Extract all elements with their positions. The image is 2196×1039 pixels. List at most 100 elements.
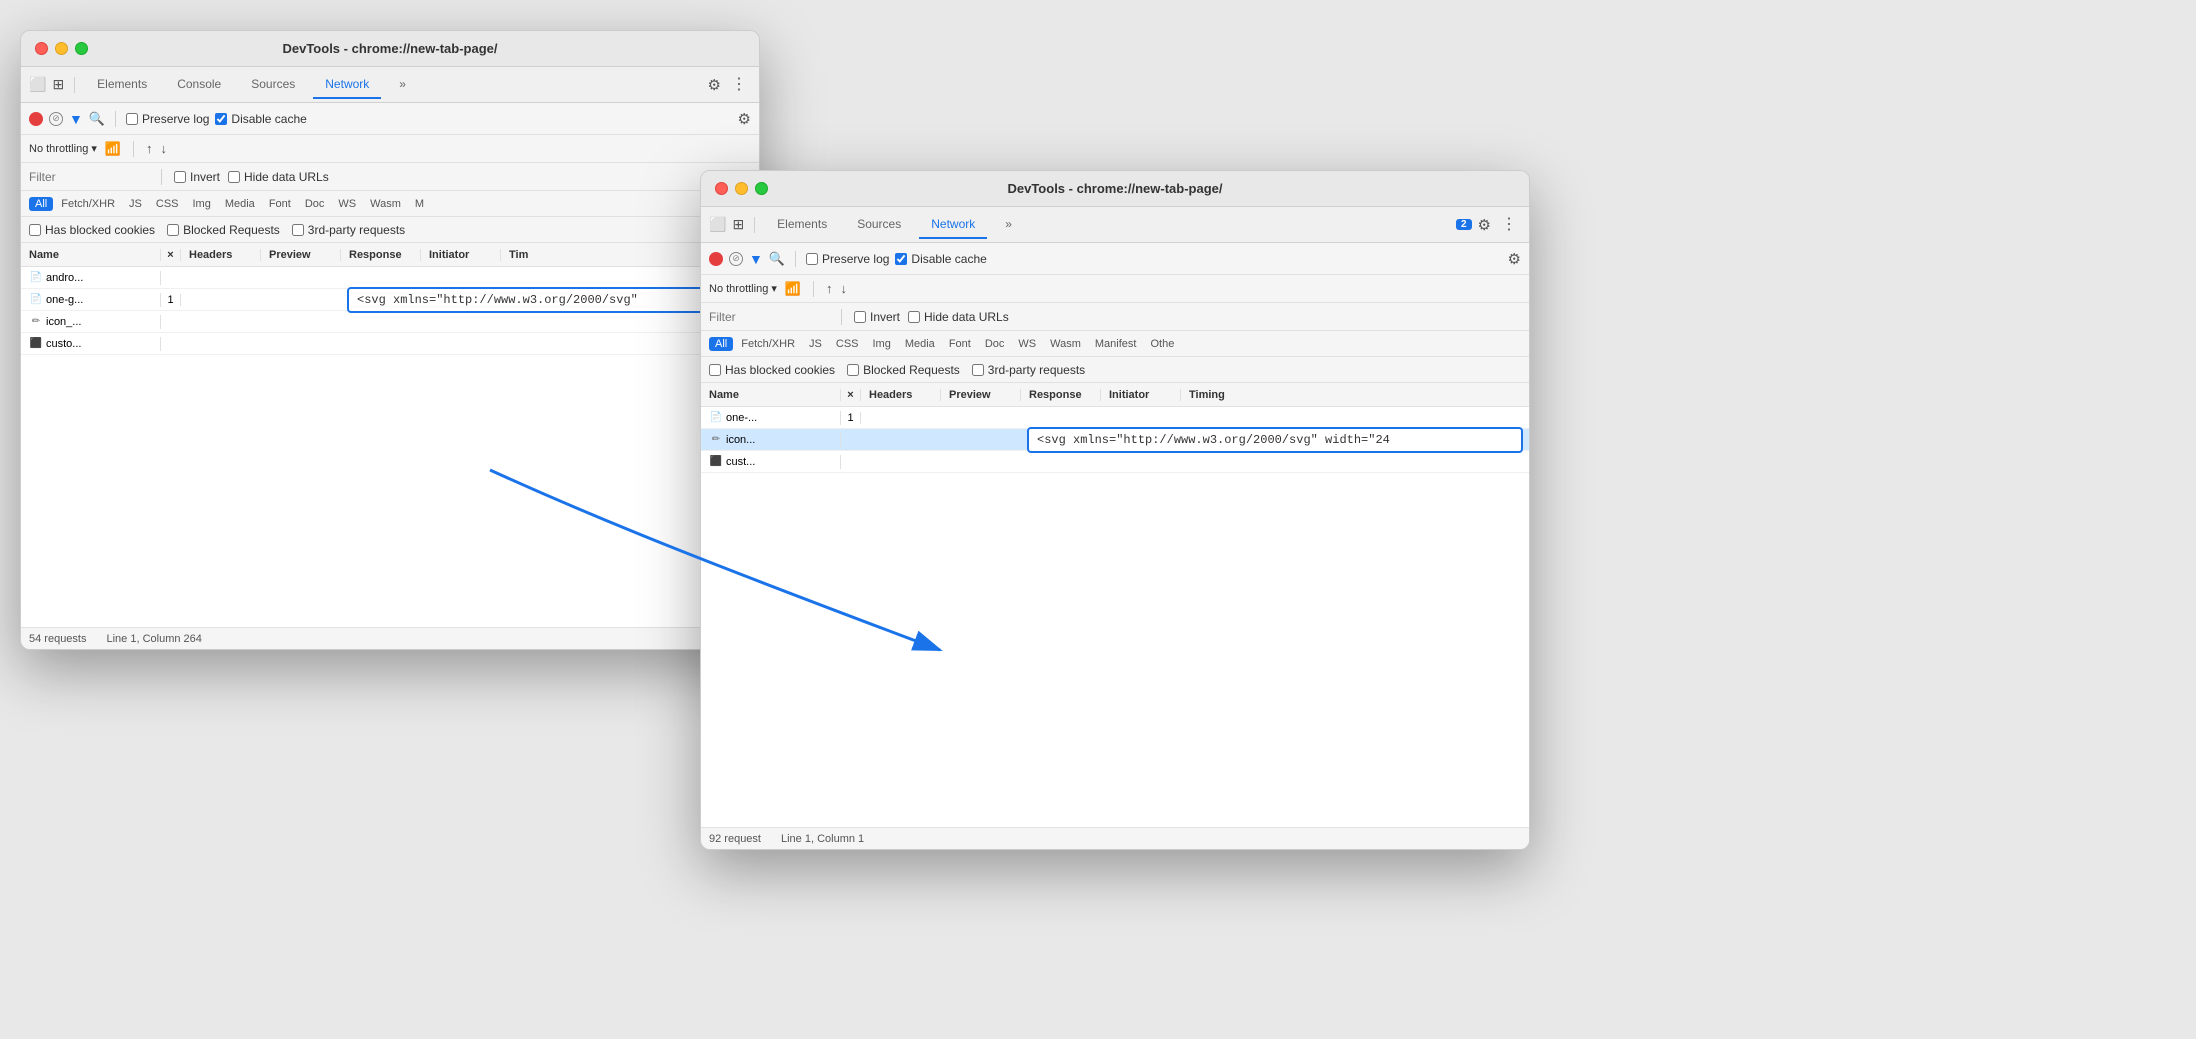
type-media-1[interactable]: Media (219, 197, 261, 211)
stop-button-1[interactable]: ⊘ (49, 112, 63, 126)
type-img-2[interactable]: Img (867, 337, 897, 351)
settings-button-1[interactable]: ⚙ (708, 76, 721, 94)
throttle-select-1[interactable]: No throttling ▾ (29, 142, 97, 155)
invert-checkbox-1[interactable] (174, 171, 186, 183)
type-wasm-2[interactable]: Wasm (1044, 337, 1087, 351)
record-button-1[interactable] (29, 112, 43, 126)
third-party-checkbox-2[interactable] (972, 364, 984, 376)
preserve-log-checkbox-2[interactable] (806, 253, 818, 265)
type-js-2[interactable]: JS (803, 337, 828, 351)
hide-data-urls-checkbox-2[interactable] (908, 311, 920, 323)
row-x-1-1: 1 (161, 294, 181, 306)
type-ws-2[interactable]: WS (1012, 337, 1042, 351)
type-manifest-2[interactable]: Manifest (1089, 337, 1143, 351)
hide-data-urls-checkbox-1[interactable] (228, 171, 240, 183)
type-all-2[interactable]: All (709, 337, 733, 351)
type-m-1[interactable]: M (409, 197, 430, 211)
status-bar-2: 92 request Line 1, Column 1 (701, 827, 1529, 849)
type-js-1[interactable]: JS (123, 197, 148, 211)
network-gear-button-1[interactable]: ⚙ (738, 110, 751, 128)
filter-icon-2[interactable]: ▼ (749, 251, 763, 267)
layout-icon[interactable]: ⊞ (52, 76, 64, 93)
disable-cache-label-2: Disable cache (895, 252, 986, 266)
disable-cache-checkbox-2[interactable] (895, 253, 907, 265)
col-header-response-1: Response (341, 249, 421, 261)
tab-more-2[interactable]: » (993, 211, 1024, 239)
filter-input-1[interactable] (29, 170, 149, 184)
record-button-2[interactable] (709, 252, 723, 266)
maximize-button-1[interactable] (75, 42, 88, 55)
close-button-1[interactable] (35, 42, 48, 55)
minimize-button-1[interactable] (55, 42, 68, 55)
invert-checkbox-2[interactable] (854, 311, 866, 323)
col-header-name-2: Name (701, 389, 841, 401)
col-header-preview-1: Preview (261, 249, 341, 261)
wifi-icon-1: 📶 (105, 141, 121, 157)
blocked-requests-checkbox-1[interactable] (167, 224, 179, 236)
filter-input-2[interactable] (709, 310, 829, 324)
titlebar-1: DevTools - chrome://new-tab-page/ (21, 31, 759, 67)
col-header-name-1: Name (21, 249, 161, 261)
stop-button-2[interactable]: ⊘ (729, 252, 743, 266)
third-party-label-1: 3rd-party requests (292, 223, 405, 237)
type-media-2[interactable]: Media (899, 337, 941, 351)
tab-network-2[interactable]: Network (919, 211, 987, 239)
titlebar-2: DevTools - chrome://new-tab-page/ (701, 171, 1529, 207)
row-name-1-3: custo... (46, 338, 81, 350)
row-name-1-1: one-g... (46, 294, 83, 306)
window-title-1: DevTools - chrome://new-tab-page/ (282, 41, 497, 56)
chevron-icon-2: ▾ (771, 282, 777, 295)
table-row-1-3[interactable]: ⬛ custo... (21, 333, 759, 355)
checkbox-row-1: Has blocked cookies Blocked Requests 3rd… (21, 217, 759, 243)
third-party-checkbox-1[interactable] (292, 224, 304, 236)
type-css-2[interactable]: CSS (830, 337, 865, 351)
tab-elements-1[interactable]: Elements (85, 71, 159, 99)
disable-cache-checkbox-1[interactable] (215, 113, 227, 125)
minimize-button-2[interactable] (735, 182, 748, 195)
blocked-cookies-checkbox-2[interactable] (709, 364, 721, 376)
cursor-icon[interactable]: ⬜ (29, 76, 46, 93)
tab-sources-1[interactable]: Sources (239, 71, 307, 99)
more-button-1[interactable]: ⋮ (727, 75, 751, 95)
chevron-icon-1: ▾ (91, 142, 97, 155)
close-button-2[interactable] (715, 182, 728, 195)
row-name-2-2: cust... (726, 456, 755, 468)
type-all-1[interactable]: All (29, 197, 53, 211)
tab-network-1[interactable]: Network (313, 71, 381, 99)
traffic-lights-2 (715, 182, 768, 195)
type-doc-1[interactable]: Doc (299, 197, 331, 211)
tab-elements-2[interactable]: Elements (765, 211, 839, 239)
type-wasm-1[interactable]: Wasm (364, 197, 407, 211)
preserve-log-checkbox-1[interactable] (126, 113, 138, 125)
type-fetch-2[interactable]: Fetch/XHR (735, 337, 801, 351)
preserve-log-label-2: Preserve log (806, 252, 889, 266)
table-row-2-1[interactable]: ✏ icon... <svg xmlns="http://www.w3.org/… (701, 429, 1529, 451)
maximize-button-2[interactable] (755, 182, 768, 195)
row-name-1-2: icon_... (46, 316, 81, 328)
type-img-1[interactable]: Img (187, 197, 217, 211)
type-doc-2[interactable]: Doc (979, 337, 1011, 351)
network-gear-button-2[interactable]: ⚙ (1508, 250, 1521, 268)
table-row-1-1[interactable]: 📄 one-g... 1 <svg xmlns="http://www.w3.o… (21, 289, 759, 311)
tab-console-1[interactable]: Console (165, 71, 233, 99)
filter-icon-1[interactable]: ▼ (69, 111, 83, 127)
blocked-requests-checkbox-2[interactable] (847, 364, 859, 376)
more-button-2[interactable]: ⋮ (1497, 215, 1521, 235)
type-ws-1[interactable]: WS (332, 197, 362, 211)
cursor-icon-2[interactable]: ⬜ (709, 216, 726, 233)
tab-more-1[interactable]: » (387, 71, 418, 99)
network-table-1: 📄 andro... 📄 one-g... 1 (21, 267, 759, 627)
blocked-cookies-checkbox-1[interactable] (29, 224, 41, 236)
tab-sources-2[interactable]: Sources (845, 211, 913, 239)
throttle-select-2[interactable]: No throttling ▾ (709, 282, 777, 295)
layout-icon-2[interactable]: ⊞ (732, 216, 744, 233)
type-css-1[interactable]: CSS (150, 197, 185, 211)
row-icon-1-2: ✏ (29, 315, 43, 329)
type-font-2[interactable]: Font (943, 337, 977, 351)
type-font-1[interactable]: Font (263, 197, 297, 211)
type-other-2[interactable]: Othe (1144, 337, 1180, 351)
search-icon-1[interactable]: 🔍 (89, 111, 105, 127)
search-icon-2[interactable]: 🔍 (769, 251, 785, 267)
settings-button-2[interactable]: ⚙ (1478, 216, 1491, 234)
type-fetch-1[interactable]: Fetch/XHR (55, 197, 121, 211)
